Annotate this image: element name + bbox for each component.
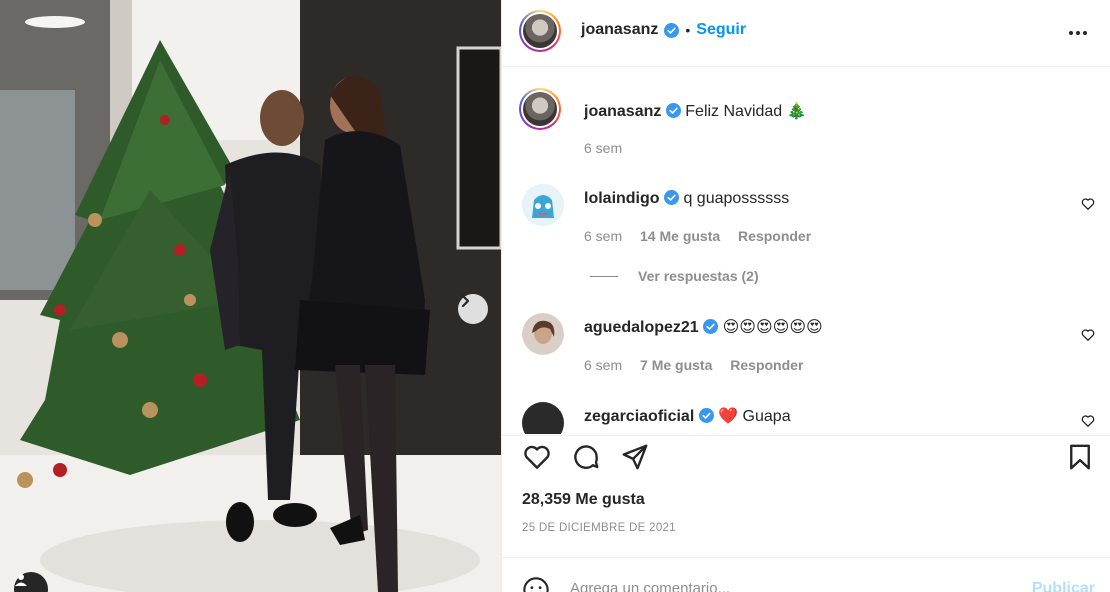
commenter-username[interactable]: zegarciaoficial bbox=[584, 408, 694, 425]
view-replies-label: Ver respuestas (2) bbox=[638, 268, 759, 284]
photo-illustration bbox=[0, 0, 501, 592]
likes-count[interactable]: 28,359 Me gusta bbox=[522, 491, 645, 509]
post-photo[interactable] bbox=[0, 0, 501, 592]
heart-icon[interactable] bbox=[522, 442, 552, 472]
commenter-avatar[interactable] bbox=[522, 313, 564, 355]
comment-icon[interactable] bbox=[571, 442, 601, 472]
commenter-avatar[interactable] bbox=[522, 184, 564, 226]
tag-user-icon bbox=[15, 574, 27, 586]
verified-badge-icon bbox=[703, 319, 719, 334]
post-panel: joanasanz • Seguir joanasanz Feliz Navid… bbox=[501, 0, 1110, 592]
view-replies-button[interactable]: Ver respuestas (2) bbox=[590, 268, 759, 284]
heart-icon[interactable] bbox=[1081, 197, 1095, 211]
verified-badge-icon bbox=[665, 103, 681, 118]
verified-badge-icon bbox=[664, 22, 680, 38]
post-actions: 28,359 Me gusta 25 DE DICIEMBRE DE 2021 bbox=[502, 435, 1110, 557]
comment-age: 6 sem bbox=[584, 357, 623, 373]
reply-button[interactable]: Responder bbox=[730, 357, 803, 373]
separator-dot: • bbox=[685, 22, 691, 38]
commenter-avatar[interactable] bbox=[522, 402, 564, 434]
next-photo-button[interactable] bbox=[458, 294, 488, 324]
comment-likes[interactable]: 7 Me gusta bbox=[640, 357, 712, 373]
caption-text: Feliz Navidad 🎄 bbox=[685, 103, 807, 120]
reply-button[interactable]: Responder bbox=[738, 228, 811, 244]
caption-avatar[interactable] bbox=[519, 88, 561, 130]
heart-icon[interactable] bbox=[1081, 414, 1095, 428]
comment-input[interactable] bbox=[570, 580, 1010, 592]
comment-likes[interactable]: 14 Me gusta bbox=[640, 228, 720, 244]
comment-text: 😍😍😍😍😍😍 bbox=[722, 319, 823, 336]
publish-button[interactable]: Publicar bbox=[1032, 580, 1095, 592]
comment-text: q guapossssss bbox=[683, 190, 790, 207]
verified-badge-icon bbox=[664, 190, 679, 205]
comments-list[interactable]: joanasanz Feliz Navidad 🎄 6 sem lolaindi… bbox=[502, 68, 1110, 434]
author-avatar[interactable] bbox=[519, 10, 561, 52]
comment-text: ❤️ Guapa bbox=[718, 408, 791, 425]
post-header: joanasanz • Seguir bbox=[502, 0, 1110, 67]
follow-button[interactable]: Seguir bbox=[696, 21, 746, 39]
emoji-icon[interactable] bbox=[522, 576, 550, 592]
heart-icon[interactable] bbox=[1081, 328, 1095, 342]
more-icon[interactable] bbox=[1067, 22, 1089, 44]
commenter-username[interactable]: aguedalopez21 bbox=[584, 319, 699, 336]
caption-age: 6 sem bbox=[584, 140, 623, 156]
chevron-right-icon bbox=[461, 294, 470, 308]
comment-age: 6 sem bbox=[584, 228, 623, 244]
commenter-username[interactable]: lolaindigo bbox=[584, 190, 660, 207]
caption-username[interactable]: joanasanz bbox=[584, 103, 661, 120]
verified-badge-icon bbox=[698, 408, 714, 423]
share-icon[interactable] bbox=[620, 442, 650, 472]
comment-composer: Publicar bbox=[502, 557, 1110, 592]
author-username[interactable]: joanasanz bbox=[581, 21, 658, 39]
post-date: 25 DE DICIEMBRE DE 2021 bbox=[522, 522, 676, 534]
bookmark-icon[interactable] bbox=[1065, 442, 1095, 472]
